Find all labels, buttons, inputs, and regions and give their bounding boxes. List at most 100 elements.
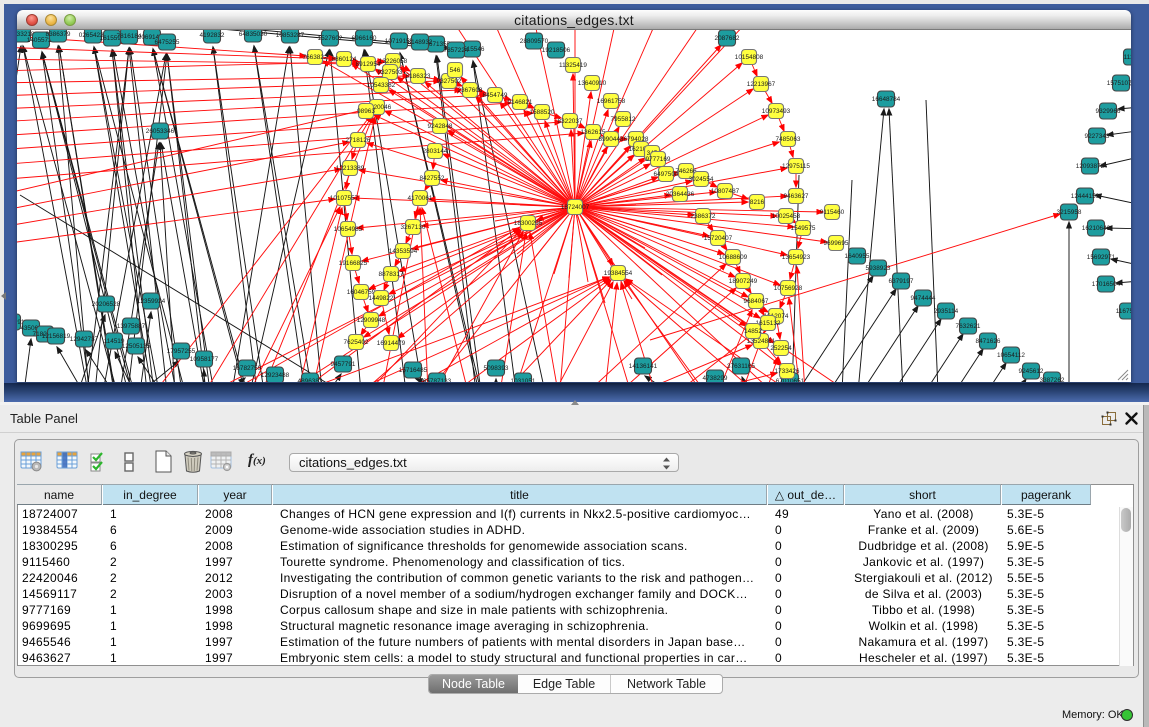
svg-text:16782759: 16782759 <box>233 365 262 372</box>
svg-text:1640955: 1640955 <box>845 253 870 260</box>
svg-text:8912954: 8912954 <box>356 61 381 68</box>
svg-text:20364436: 20364436 <box>666 191 695 198</box>
svg-text:8216: 8216 <box>750 199 765 206</box>
svg-text:15720407: 15720407 <box>704 235 733 242</box>
svg-text:8386379: 8386379 <box>46 31 71 38</box>
svg-text:8878317: 8878317 <box>379 271 404 278</box>
svg-text:26053346: 26053346 <box>146 128 175 135</box>
svg-text:12909948: 12909948 <box>357 317 386 324</box>
svg-text:9227343: 9227343 <box>1085 133 1110 140</box>
svg-text:10973493: 10973493 <box>762 108 791 115</box>
svg-text:9474444: 9474444 <box>911 295 936 302</box>
svg-text:2367608: 2367608 <box>458 87 483 94</box>
svg-text:3387262: 3387262 <box>1040 377 1065 382</box>
svg-text:2087682: 2087682 <box>715 35 740 42</box>
svg-text:10107557: 10107557 <box>330 195 359 202</box>
svg-text:12975115: 12975115 <box>782 163 810 170</box>
svg-text:8427552: 8427552 <box>420 175 445 182</box>
svg-text:9327502: 9327502 <box>437 78 462 85</box>
svg-text:3024554: 3024554 <box>689 176 714 183</box>
svg-text:16210643: 16210643 <box>1082 225 1111 232</box>
svg-text:14852: 14852 <box>744 328 762 335</box>
svg-text:9684067: 9684067 <box>744 298 769 305</box>
svg-text:4896383: 4896383 <box>298 378 323 382</box>
svg-text:1449822: 1449822 <box>369 295 394 302</box>
svg-text:65787133: 65787133 <box>423 378 452 382</box>
svg-text:10756928: 10756928 <box>774 285 803 292</box>
svg-text:2718126: 2718126 <box>346 137 371 144</box>
svg-text:7632621: 7632621 <box>956 323 981 330</box>
svg-text:7485063: 7485063 <box>776 136 801 143</box>
svg-text:8148932: 8148932 <box>408 39 433 46</box>
svg-text:9327503: 9327503 <box>378 69 403 76</box>
svg-text:12942737: 12942737 <box>70 336 99 343</box>
svg-text:9777169: 9777169 <box>646 156 671 163</box>
svg-text:1733426: 1733426 <box>775 368 800 375</box>
svg-text:9146821: 9146821 <box>508 99 533 106</box>
svg-text:11125: 11125 <box>1124 54 1131 61</box>
svg-text:17957255: 17957255 <box>167 348 196 355</box>
svg-text:19218506: 19218506 <box>542 47 571 54</box>
svg-text:1527602: 1527602 <box>318 35 343 42</box>
svg-text:10688609: 10688609 <box>719 254 748 261</box>
svg-text:9245612: 9245612 <box>1019 368 1044 375</box>
svg-text:8322037: 8322037 <box>558 118 583 125</box>
svg-text:6475255: 6475255 <box>155 39 180 46</box>
svg-text:3215958: 3215958 <box>1057 209 1082 216</box>
svg-text:6966160: 6966160 <box>352 35 377 42</box>
svg-text:16648784: 16648784 <box>872 96 901 103</box>
svg-text:13640910: 13640910 <box>578 80 607 87</box>
svg-text:11325419: 11325419 <box>559 62 587 69</box>
svg-text:9242848: 9242848 <box>428 123 453 130</box>
svg-text:12923488: 12923488 <box>261 372 290 379</box>
svg-text:546: 546 <box>450 67 461 74</box>
svg-text:98963: 98963 <box>357 108 375 115</box>
svg-text:12444159: 12444159 <box>1071 193 1100 200</box>
svg-text:8454749: 8454749 <box>483 92 508 99</box>
svg-text:28809570: 28809570 <box>520 38 549 45</box>
svg-text:1167534: 1167534 <box>1116 308 1131 315</box>
svg-text:8186323: 8186323 <box>406 73 431 80</box>
svg-text:10654985: 10654985 <box>334 226 363 233</box>
svg-text:18724007: 18724007 <box>561 204 590 211</box>
svg-text:4738299: 4738299 <box>703 375 728 382</box>
svg-text:19166825: 19166825 <box>339 260 368 267</box>
svg-text:10154808: 10154808 <box>735 54 764 61</box>
svg-text:15751074: 15751074 <box>1107 80 1131 87</box>
svg-text:12213389: 12213389 <box>336 165 365 172</box>
svg-text:12505135: 12505135 <box>122 343 151 350</box>
svg-text:15716485: 15716485 <box>399 367 428 374</box>
svg-text:9699695: 9699695 <box>824 240 849 247</box>
svg-text:12093872: 12093872 <box>1076 163 1105 170</box>
svg-text:2386372: 2386372 <box>691 213 716 220</box>
svg-text:12156819: 12156819 <box>42 333 71 340</box>
svg-text:7857224: 7857224 <box>444 47 469 54</box>
svg-text:6379197: 6379197 <box>889 278 914 285</box>
svg-text:9463627: 9463627 <box>784 193 809 200</box>
svg-text:8990448: 8990448 <box>599 136 624 143</box>
svg-text:10853287: 10853287 <box>276 32 305 39</box>
svg-text:13654923: 13654923 <box>782 254 811 261</box>
svg-text:1362615: 1362615 <box>581 129 606 136</box>
svg-text:14353594: 14353594 <box>389 248 418 255</box>
svg-text:10543382: 10543382 <box>367 82 396 89</box>
svg-text:12359924: 12359924 <box>137 298 166 305</box>
svg-text:9329966: 9329966 <box>1096 108 1121 115</box>
svg-text:1588520: 1588520 <box>530 109 555 116</box>
svg-text:64835030: 64835030 <box>239 31 268 38</box>
svg-text:7955812: 7955812 <box>611 116 636 123</box>
svg-text:10958177: 10958177 <box>190 356 219 363</box>
svg-text:20206528: 20206528 <box>92 301 121 308</box>
svg-text:2935114: 2935114 <box>934 308 959 315</box>
svg-text:14136141: 14136141 <box>629 363 658 370</box>
svg-text:2803144: 2803144 <box>423 148 448 155</box>
svg-text:10807487: 10807487 <box>711 188 740 195</box>
svg-text:13975887: 13975887 <box>117 323 146 330</box>
svg-text:16961758: 16961758 <box>597 98 626 105</box>
svg-text:4192832: 4192832 <box>200 32 225 39</box>
svg-text:9115460: 9115460 <box>820 209 845 216</box>
svg-text:9457791: 9457791 <box>331 361 356 368</box>
svg-text:7625402: 7625402 <box>344 339 369 346</box>
svg-text:8471626: 8471626 <box>976 338 1001 345</box>
svg-text:5098393: 5098393 <box>484 365 509 372</box>
